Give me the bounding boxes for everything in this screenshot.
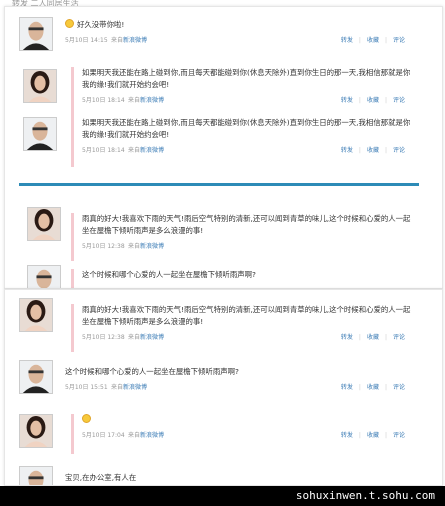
- favorite-link[interactable]: 收藏: [367, 37, 379, 44]
- post-meta: 5月10日 18:14 来自新浪微博 转发 | 收藏 | 评论: [82, 145, 413, 157]
- post-text: 宝贝,在办公室,有人在: [65, 473, 137, 482]
- post-actions: 转发 | 收藏 | 评论: [340, 97, 405, 104]
- post-actions: 转发 | 收藏 | 评论: [340, 334, 405, 341]
- comment-link[interactable]: 评论: [393, 432, 405, 439]
- post-text: 雨真的好大!我喜欢下雨的天气!雨后空气特别的清新,还可以闻到青草的味儿,这个时候…: [82, 214, 411, 235]
- repost-link[interactable]: 转发: [341, 97, 353, 104]
- post-time: 5月10日 14:15: [65, 37, 108, 44]
- post-source: 来自新浪微博: [128, 243, 165, 250]
- weibo-feed-panel-bottom: 雨真的好大!我喜欢下雨的天气!雨后空气特别的清新,还可以闻到青草的味儿,这个时候…: [4, 289, 443, 486]
- avatar-man[interactable]: [19, 466, 53, 485]
- source-link[interactable]: 新浪微博: [140, 97, 164, 104]
- post-time: 5月10日 18:14: [82, 97, 125, 104]
- avatar-woman[interactable]: [27, 207, 61, 241]
- post-time: 5月10日 12:38: [82, 243, 125, 250]
- source-link[interactable]: 新浪微博: [123, 384, 147, 391]
- repost-link[interactable]: 转发: [341, 147, 353, 154]
- comment-link[interactable]: 评论: [393, 384, 405, 391]
- watermark-text: sohuxinwen.t.sohu.com: [295, 489, 435, 502]
- post-actions: 转发 | 收藏 | 评论: [340, 432, 405, 439]
- post-time: 5月10日 17:04: [82, 432, 125, 439]
- post-meta: 5月10日 15:51 来自新浪微博 转发 | 收藏 | 评论: [65, 382, 413, 394]
- source-link[interactable]: 新浪微博: [140, 243, 164, 250]
- post-item: 宝贝,在办公室,有人在: [65, 472, 413, 484]
- comment-link[interactable]: 评论: [393, 97, 405, 104]
- comment-link[interactable]: 评论: [393, 147, 405, 154]
- post-actions: 转发 | 收藏 | 评论: [340, 37, 405, 44]
- favorite-link[interactable]: 收藏: [367, 432, 379, 439]
- post-item: 这个时候和哪个心爱的人一起坐在屋檐下倾听雨声啊?: [71, 269, 413, 288]
- smile-emoji-icon: [65, 19, 74, 28]
- post-item: 如果明天我还能在路上碰到你,而且每天都能碰到你(休息天除外)直到你生日的那一天,…: [71, 117, 413, 167]
- watermark-bar: sohuxinwen.t.sohu.com: [0, 486, 445, 506]
- favorite-link[interactable]: 收藏: [367, 147, 379, 154]
- avatar-man[interactable]: [19, 17, 53, 51]
- favorite-link[interactable]: 收藏: [367, 384, 379, 391]
- source-link[interactable]: 新浪微博: [140, 432, 164, 439]
- post-item: 好久没带你啦! 5月10日 14:15 来自新浪微博 转发 | 收藏 | 评论: [65, 19, 413, 47]
- post-text: 这个时候和哪个心爱的人一起坐在屋檐下倾听雨声啊?: [82, 270, 256, 279]
- source-link[interactable]: 新浪微博: [123, 37, 147, 44]
- post-meta: 5月10日 17:04 来自新浪微博 转发 | 收藏 | 评论: [82, 430, 413, 442]
- source-link[interactable]: 新浪微博: [140, 334, 164, 341]
- comment-link[interactable]: 评论: [393, 37, 405, 44]
- avatar-man[interactable]: [19, 360, 53, 394]
- post-meta: 5月10日 14:15 来自新浪微博 转发 | 收藏 | 评论: [65, 35, 413, 47]
- post-source: 来自新浪微博: [128, 97, 165, 104]
- post-item: 雨真的好大!我喜欢下雨的天气!雨后空气特别的清新,还可以闻到青草的味儿,这个时候…: [71, 304, 413, 352]
- post-meta: 5月10日 12:38 来自新浪微博: [82, 241, 413, 253]
- favorite-link[interactable]: 收藏: [367, 334, 379, 341]
- post-item: 如果明天我还能在路上碰到你,而且每天都能碰到你(休息天除外)直到你生日的那一天,…: [71, 67, 413, 117]
- post-time: 5月10日 15:51: [65, 384, 108, 391]
- post-text: 好久没带你啦!: [65, 19, 413, 31]
- post-text: 如果明天我还能在路上碰到你,而且每天都能碰到你(休息天除外)直到你生日的那一天,…: [82, 118, 411, 139]
- post-item: 雨真的好大!我喜欢下雨的天气!雨后空气特别的清新,还可以闻到青草的味儿,这个时候…: [71, 213, 413, 261]
- post-time: 5月10日 12:38: [82, 334, 125, 341]
- post-source: 来自新浪微博: [111, 37, 148, 44]
- post-text: 如果明天我还能在路上碰到你,而且每天都能碰到你(休息天除外)直到你生日的那一天,…: [82, 68, 411, 89]
- post-actions: 转发 | 收藏 | 评论: [340, 384, 405, 391]
- post-text: 雨真的好大!我喜欢下雨的天气!雨后空气特别的清新,还可以闻到青草的味儿,这个时候…: [82, 305, 411, 326]
- post-meta: 5月10日 12:38 来自新浪微博 转发 | 收藏 | 评论: [82, 332, 413, 344]
- comment-link[interactable]: 评论: [393, 334, 405, 341]
- post-source: 来自新浪微博: [111, 384, 148, 391]
- post-item: 这个时候和哪个心爱的人一起坐在屋檐下倾听雨声啊? 5月10日 15:51 来自新…: [65, 366, 413, 394]
- avatar-woman[interactable]: [19, 298, 53, 332]
- post-text: 这个时候和哪个心爱的人一起坐在屋檐下倾听雨声啊?: [65, 367, 239, 376]
- avatar-man[interactable]: [27, 265, 61, 288]
- avatar-woman[interactable]: [19, 414, 53, 448]
- post-text: [82, 414, 413, 426]
- post-actions: 转发 | 收藏 | 评论: [340, 147, 405, 154]
- source-link[interactable]: 新浪微博: [140, 147, 164, 154]
- avatar-man[interactable]: [23, 117, 57, 151]
- post-source: 来自新浪微博: [128, 147, 165, 154]
- post-item: 5月10日 17:04 来自新浪微博 转发 | 收藏 | 评论: [71, 414, 413, 454]
- post-source: 来自新浪微博: [128, 432, 165, 439]
- repost-link[interactable]: 转发: [341, 37, 353, 44]
- avatar-woman[interactable]: [23, 69, 57, 103]
- favorite-link[interactable]: 收藏: [367, 97, 379, 104]
- post-meta: 5月10日 18:14 来自新浪微博 转发 | 收藏 | 评论: [82, 95, 413, 107]
- repost-link[interactable]: 转发: [341, 432, 353, 439]
- smile-emoji-icon: [82, 414, 91, 423]
- post-source: 来自新浪微博: [128, 334, 165, 341]
- weibo-feed-panel-top: 好久没带你啦! 5月10日 14:15 来自新浪微博 转发 | 收藏 | 评论 如果明天…: [4, 6, 443, 289]
- repost-link[interactable]: 转发: [341, 334, 353, 341]
- post-time: 5月10日 18:14: [82, 147, 125, 154]
- section-divider: [19, 183, 419, 186]
- repost-link[interactable]: 转发: [341, 384, 353, 391]
